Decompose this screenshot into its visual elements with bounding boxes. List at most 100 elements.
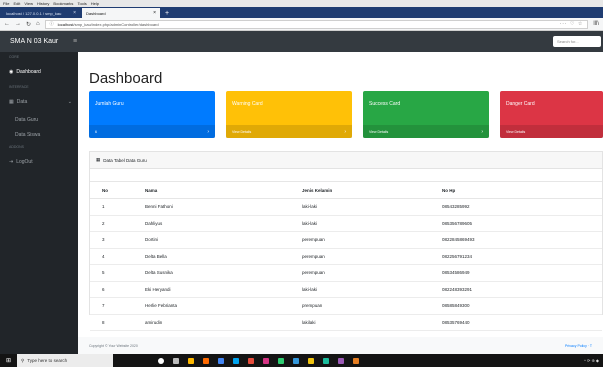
tab-dashboard[interactable]: Dashboard × — [82, 8, 160, 18]
card-jumlah-guru: Jumlah Guru 6 › — [89, 91, 215, 138]
tab-label: Dashboard — [86, 10, 106, 16]
app-icon-orange[interactable] — [353, 357, 359, 364]
view-details-link[interactable]: View Details › — [363, 125, 489, 138]
system-tray[interactable]: ^ ⟳ ⊕ ◆ — [584, 358, 603, 363]
close-icon[interactable]: × — [153, 10, 156, 16]
footer-links[interactable]: Privacy Policy · T — [565, 344, 592, 348]
word-icon[interactable] — [218, 357, 224, 364]
cell-no: 1 — [90, 198, 145, 216]
sidebar-item-logout[interactable]: ⇥ LogOut — [0, 152, 78, 172]
view-details-link[interactable]: View Details — [500, 125, 603, 138]
cell-nama: Dortini — [145, 231, 302, 249]
site-info-icon[interactable]: ⓘ — [50, 21, 54, 27]
menu-view[interactable]: View — [24, 1, 33, 6]
library-icon[interactable]: lll\ — [593, 21, 599, 27]
cell-no: 8 — [90, 314, 145, 331]
menu-help[interactable]: Help — [91, 1, 99, 6]
sidebar-heading-core: CORE — [9, 55, 20, 59]
windows-start-icon[interactable]: ⊞ — [0, 357, 17, 364]
menu-bookmarks[interactable]: Bookmarks — [53, 1, 73, 6]
cortana-icon[interactable] — [158, 357, 164, 364]
menu-edit[interactable]: Edit — [13, 1, 20, 6]
url-text: localhost/smp_kau/index.php/adminControl… — [57, 21, 159, 27]
logout-icon: ⇥ — [9, 159, 14, 165]
cell-no-hp: 08585849300 — [442, 297, 602, 315]
dashboard-icon: ◉ — [9, 69, 14, 75]
sidebar: CORE ◉ Dashboard INTERFACE ▦ Data ⌄ Data… — [0, 52, 78, 354]
table-card-header: ▦ Data Tabel Data Guru — [90, 152, 602, 169]
app-icon-teal[interactable] — [323, 357, 329, 364]
cell-nama: Benni Fathoni — [145, 198, 302, 216]
home-icon[interactable]: ⌂ — [36, 21, 40, 27]
menu-file[interactable]: File — [3, 1, 9, 6]
card-footer[interactable]: 6 › — [89, 125, 215, 138]
app-icon-pink[interactable] — [263, 357, 269, 364]
card-title: Warning Card — [232, 101, 263, 107]
search-input[interactable]: Search for... — [553, 36, 601, 47]
app-icon-purple[interactable] — [338, 357, 344, 364]
sidebar-item-dashboard[interactable]: ◉ Dashboard — [0, 62, 78, 82]
taskbar-search-input[interactable]: ⚲ Type here to search — [17, 354, 113, 367]
new-tab-icon[interactable]: + — [162, 8, 172, 18]
tab-phpmyadmin[interactable]: localhost / 127.0.0.1 / smp_kau × — [2, 8, 80, 18]
firefox-icon[interactable] — [203, 357, 209, 364]
sidebar-item-data[interactable]: ▦ Data ⌄ — [0, 92, 78, 112]
cell-nama: amirudin — [145, 314, 302, 331]
column-header[interactable]: No Hp — [442, 181, 602, 199]
cell-jenis-kelamin: laki-laki — [302, 281, 442, 298]
cell-no: 3 — [90, 231, 145, 249]
cell-no-hp: 082256791234 — [442, 248, 602, 265]
chevron-right-icon: › — [207, 128, 209, 135]
task-view-icon[interactable] — [173, 357, 179, 364]
table-row: 3 Dortini perempuan 0822845869493 — [90, 231, 602, 249]
card-danger: Danger Card View Details — [500, 91, 603, 138]
cell-no-hp: 08534586949 — [442, 264, 602, 282]
cell-no-hp: 085356789605 — [442, 215, 602, 232]
column-header[interactable]: No — [90, 181, 145, 199]
cell-jenis-kelamin: perempuan — [302, 231, 442, 249]
view-details-link[interactable]: View Details › — [226, 125, 352, 138]
sidebar-item-label: Data — [16, 99, 28, 105]
url-bar[interactable]: ⓘ localhost/smp_kau/index.php/adminContr… — [44, 19, 589, 29]
app-brand[interactable]: SMA N 03 Kaur — [0, 38, 70, 45]
app-navbar: SMA N 03 Kaur ≡ Search for... — [0, 31, 603, 52]
forward-icon[interactable]: → — [15, 21, 21, 27]
column-header[interactable]: Nama — [145, 181, 302, 199]
store-icon[interactable] — [233, 357, 239, 364]
tab-label: localhost / 127.0.0.1 / smp_kau — [6, 10, 62, 16]
app-icon-green[interactable] — [278, 357, 284, 364]
close-icon[interactable]: × — [73, 10, 76, 16]
sidebar-heading-interface: INTERFACE — [9, 85, 29, 89]
reload-icon[interactable]: ↻ — [26, 21, 31, 28]
browser-menubar: File Edit View History Bookmarks Tools H… — [0, 0, 603, 7]
sidebar-item-data-guru[interactable]: Data Guru — [0, 112, 78, 127]
card-warning: Warning Card View Details › — [226, 91, 352, 138]
menu-history[interactable]: History — [37, 1, 49, 6]
sidebar-toggle-icon[interactable]: ≡ — [73, 38, 77, 45]
sidebar-item-data-siswa[interactable]: Data Siswa — [0, 127, 78, 142]
table-row: 2 Dahliyus laki-laki 085356789605 — [90, 215, 602, 232]
page-actions[interactable]: ··· ♡ ☆ — [560, 21, 584, 27]
browser-tabstrip: localhost / 127.0.0.1 / smp_kau × Dashbo… — [0, 7, 603, 18]
cell-no-hp: 0822845869493 — [442, 231, 602, 249]
search-icon: ⚲ — [21, 357, 25, 363]
browser-navbar: ← → ↻ ⌂ ⓘ localhost/smp_kau/index.php/ad… — [0, 18, 603, 31]
taskbar-apps — [158, 357, 359, 364]
chevron-right-icon: › — [481, 128, 483, 135]
column-header[interactable]: Jenis Kelamin — [302, 181, 442, 199]
file-explorer-icon[interactable] — [188, 357, 194, 364]
cell-no: 7 — [90, 297, 145, 315]
page-footer: Copyright © Your Website 2020 Privacy Po… — [78, 337, 603, 354]
table-row: 6 Eki Heryandi laki-laki 082248393291 — [90, 281, 602, 298]
back-icon[interactable]: ← — [4, 21, 10, 27]
menu-tools[interactable]: Tools — [77, 1, 86, 6]
app-icon-blue[interactable] — [293, 357, 299, 364]
table-row: 7 Herlie Febrianta prempuan 08585849300 — [90, 297, 602, 315]
table-icon: ▦ — [96, 157, 101, 162]
table-header-row: No Nama Jenis Kelamin No Hp — [90, 181, 602, 199]
cell-jenis-kelamin: laki-laki — [302, 198, 442, 216]
table-title: Data Tabel Data Guru — [103, 157, 147, 163]
cell-jenis-kelamin: perempuan — [302, 264, 442, 282]
app-icon-yellow[interactable] — [308, 357, 314, 364]
app-icon-red[interactable] — [248, 357, 254, 364]
